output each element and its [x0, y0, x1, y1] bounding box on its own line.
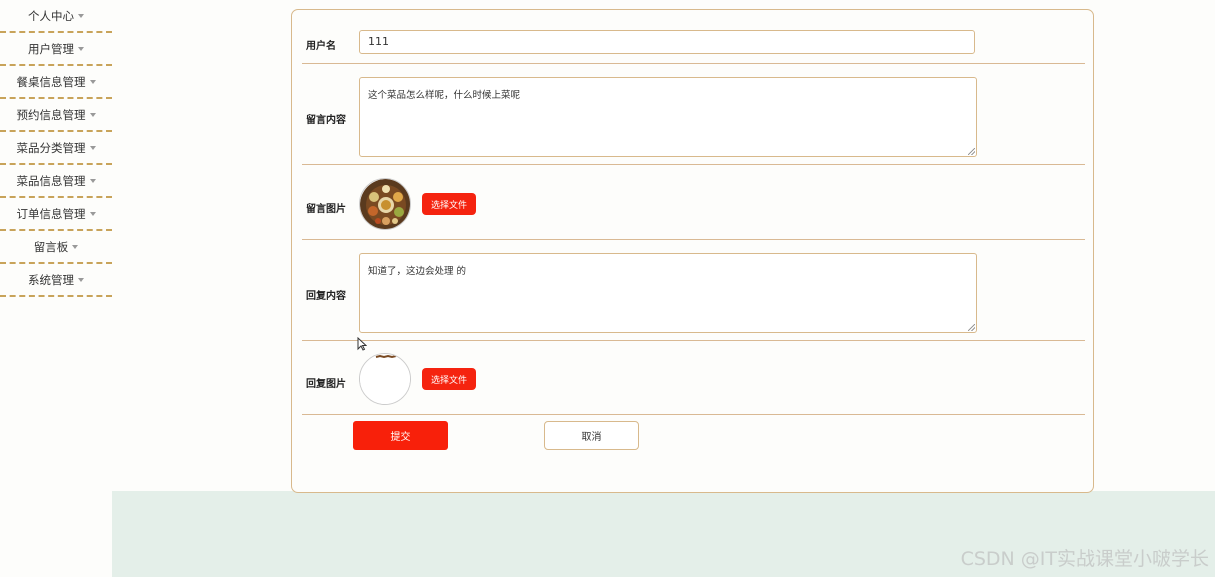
username-input[interactable]: 111: [359, 30, 975, 54]
reply-textarea[interactable]: 知道了，这边会处理 的: [359, 253, 977, 333]
message-textarea[interactable]: 这个菜品怎么样呢，什么时候上菜呢: [359, 77, 977, 157]
submit-button[interactable]: 提交: [353, 421, 448, 450]
sidebar-item-label: 预约信息管理: [16, 107, 86, 122]
caret-down-icon: [89, 79, 96, 84]
message-image-label: 留言图片: [306, 204, 346, 215]
message-text: 这个菜品怎么样呢，什么时候上菜呢: [368, 90, 521, 101]
caret-down-icon: [78, 13, 84, 18]
message-form-card: 用户名 111 留言内容 这个菜品怎么样呢，什么时候上菜呢 留言图片 选择文件 …: [291, 9, 1094, 493]
form-row-reply-image: 回复图片 选择文件: [302, 341, 1085, 415]
caret-down-icon: [78, 46, 84, 51]
reply-label: 回复内容: [306, 291, 346, 302]
form-row-reply: 回复内容 知道了，这边会处理 的: [302, 240, 1085, 341]
sidebar-item-order-management[interactable]: 订单信息管理: [0, 198, 112, 231]
sidebar-item-label: 餐桌信息管理: [16, 74, 86, 89]
sidebar-item-message-board[interactable]: 留言板: [0, 231, 112, 264]
message-image-choose-file-button[interactable]: 选择文件: [422, 193, 476, 215]
caret-down-icon: [89, 112, 96, 117]
reply-text: 知道了，这边会处理 的: [368, 266, 467, 277]
resize-grip-icon[interactable]: [968, 148, 975, 155]
sidebar-item-dish-management[interactable]: 菜品信息管理: [0, 165, 112, 198]
reply-image-thumbnail[interactable]: [359, 353, 411, 405]
sidebar-item-label: 留言板: [33, 239, 69, 254]
sidebar-item-table-management[interactable]: 餐桌信息管理: [0, 66, 112, 99]
message-label: 留言内容: [306, 115, 346, 126]
sidebar-item-label: 订单信息管理: [16, 206, 86, 221]
reply-image-choose-file-button[interactable]: 选择文件: [422, 368, 476, 390]
watermark: CSDN @IT实战课堂小啵学长: [960, 548, 1209, 570]
resize-grip-icon[interactable]: [968, 324, 975, 331]
caret-down-icon: [89, 211, 96, 216]
sidebar-item-reservation-management[interactable]: 预约信息管理: [0, 99, 112, 132]
sidebar-item-label: 个人中心: [28, 8, 74, 23]
sidebar-item-personal-center[interactable]: 个人中心: [0, 0, 112, 33]
caret-down-icon: [72, 244, 79, 249]
caret-down-icon: [89, 178, 96, 183]
sidebar-item-label: 系统管理: [28, 272, 74, 287]
reply-image-label: 回复图片: [306, 379, 346, 390]
sidebar-item-label: 菜品分类管理: [16, 140, 86, 155]
caret-down-icon: [89, 145, 96, 150]
mouse-cursor-icon: [357, 336, 368, 355]
sidebar-item-label: 用户管理: [28, 41, 74, 56]
sidebar-item-system-management[interactable]: 系统管理: [0, 264, 112, 297]
form-row-message-image: 留言图片 选择文件: [302, 165, 1085, 240]
form-row-username: 用户名 111: [302, 10, 1085, 64]
sidebar-item-user-management[interactable]: 用户管理: [0, 33, 112, 66]
sidebar-item-dish-category-management[interactable]: 菜品分类管理: [0, 132, 112, 165]
sidebar-menu: 个人中心 用户管理 餐桌信息管理 预约信息管理 菜品分类管理 菜品信息管理 订单…: [0, 0, 112, 297]
username-label: 用户名: [306, 41, 336, 52]
form-row-message: 留言内容 这个菜品怎么样呢，什么时候上菜呢: [302, 64, 1085, 165]
message-image-thumbnail[interactable]: [359, 178, 411, 230]
cancel-button[interactable]: 取消: [544, 421, 639, 450]
caret-down-icon: [78, 277, 84, 282]
sidebar-item-label: 菜品信息管理: [16, 173, 86, 188]
